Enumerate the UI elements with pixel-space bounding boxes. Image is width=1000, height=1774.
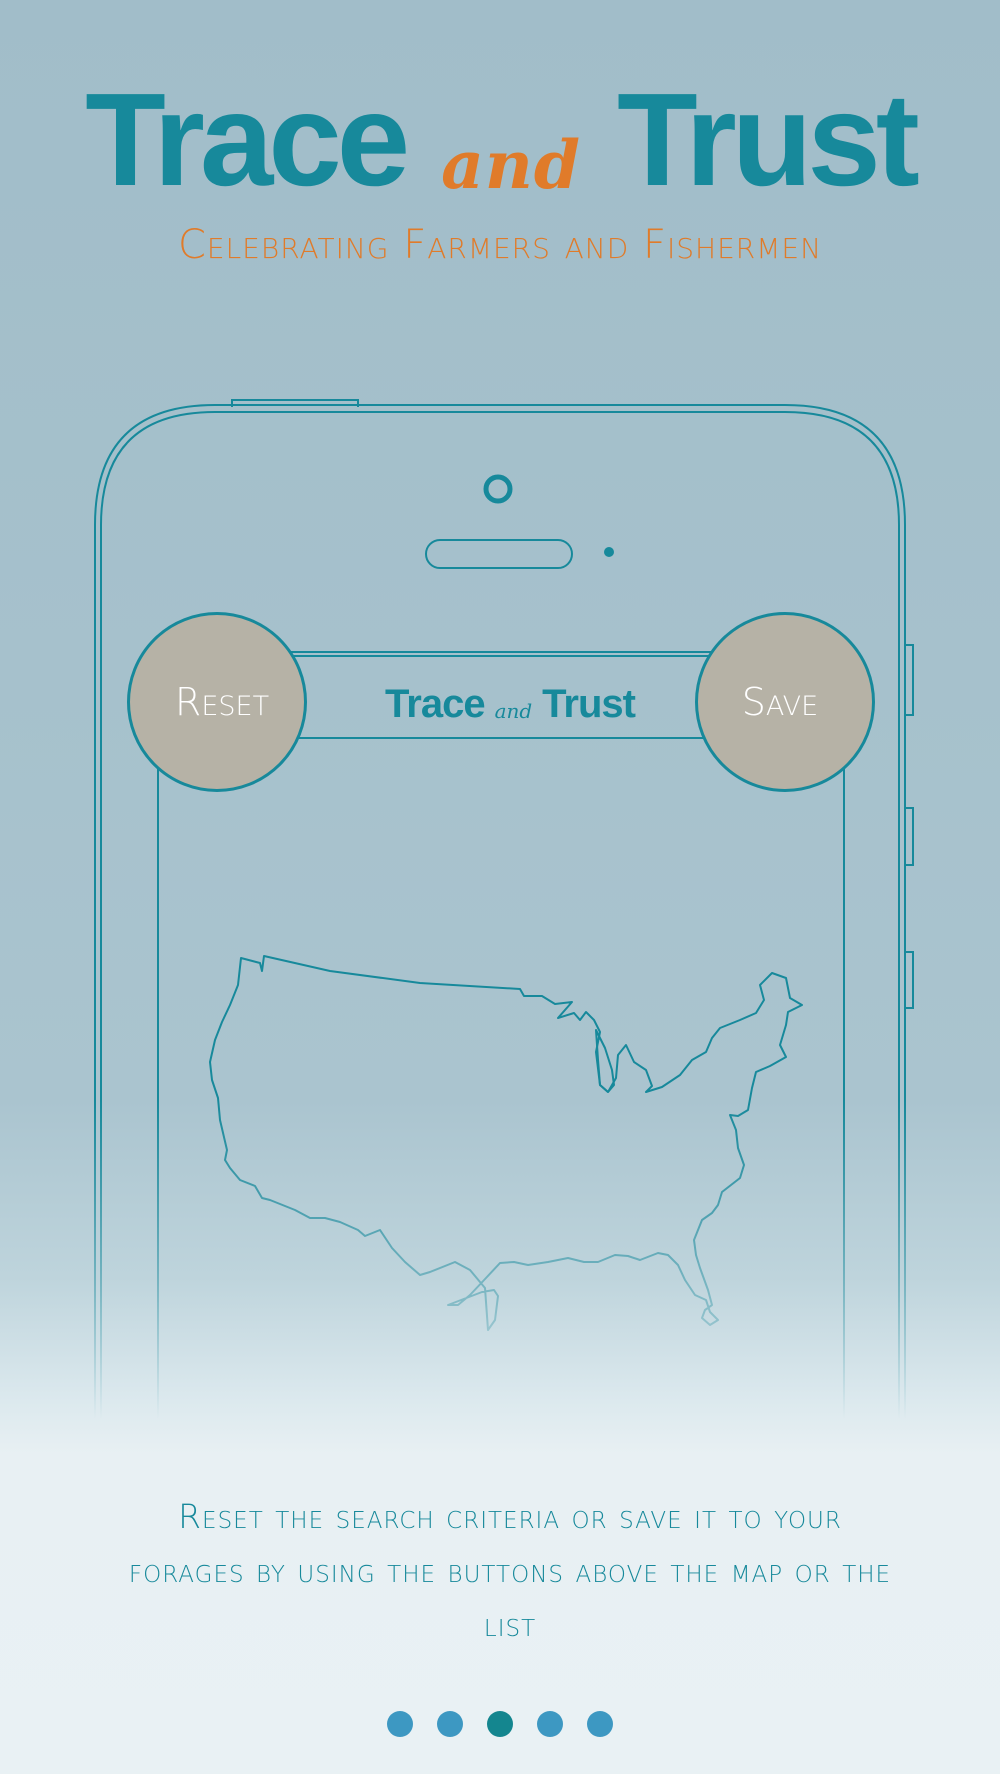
feature-description: Reset the search criteria or save it to … xyxy=(128,1497,892,1644)
app-bar-logo-trace: Trace xyxy=(385,682,486,726)
usa-map-outline-icon xyxy=(209,955,803,1331)
title-and: and xyxy=(441,126,582,204)
save-button-label: Save xyxy=(741,680,819,724)
page-dot-5[interactable] xyxy=(587,1711,613,1737)
page-indicator xyxy=(0,1711,1000,1741)
page-dot-2[interactable] xyxy=(437,1711,463,1737)
app-bar-logo-and: and xyxy=(494,699,533,723)
app-title: Trace and Trust xyxy=(0,56,1000,206)
reset-button-label: Reset xyxy=(174,680,270,724)
page-dot-4[interactable] xyxy=(537,1711,563,1737)
save-button[interactable]: Save xyxy=(695,612,875,792)
title-trust: Trust xyxy=(617,66,920,213)
title-trace: Trace xyxy=(85,66,410,213)
tagline: Celebrating Farmers and Fishermen xyxy=(177,222,823,268)
app-bar-logo-trust: Trust xyxy=(542,682,636,726)
sensor-icon xyxy=(604,547,614,557)
reset-button[interactable]: Reset xyxy=(127,612,307,792)
page-dot-3[interactable] xyxy=(487,1711,513,1737)
camera-icon xyxy=(483,474,513,504)
app-bar-logo: Trace and Trust xyxy=(330,674,690,724)
page-dot-1[interactable] xyxy=(387,1711,413,1737)
